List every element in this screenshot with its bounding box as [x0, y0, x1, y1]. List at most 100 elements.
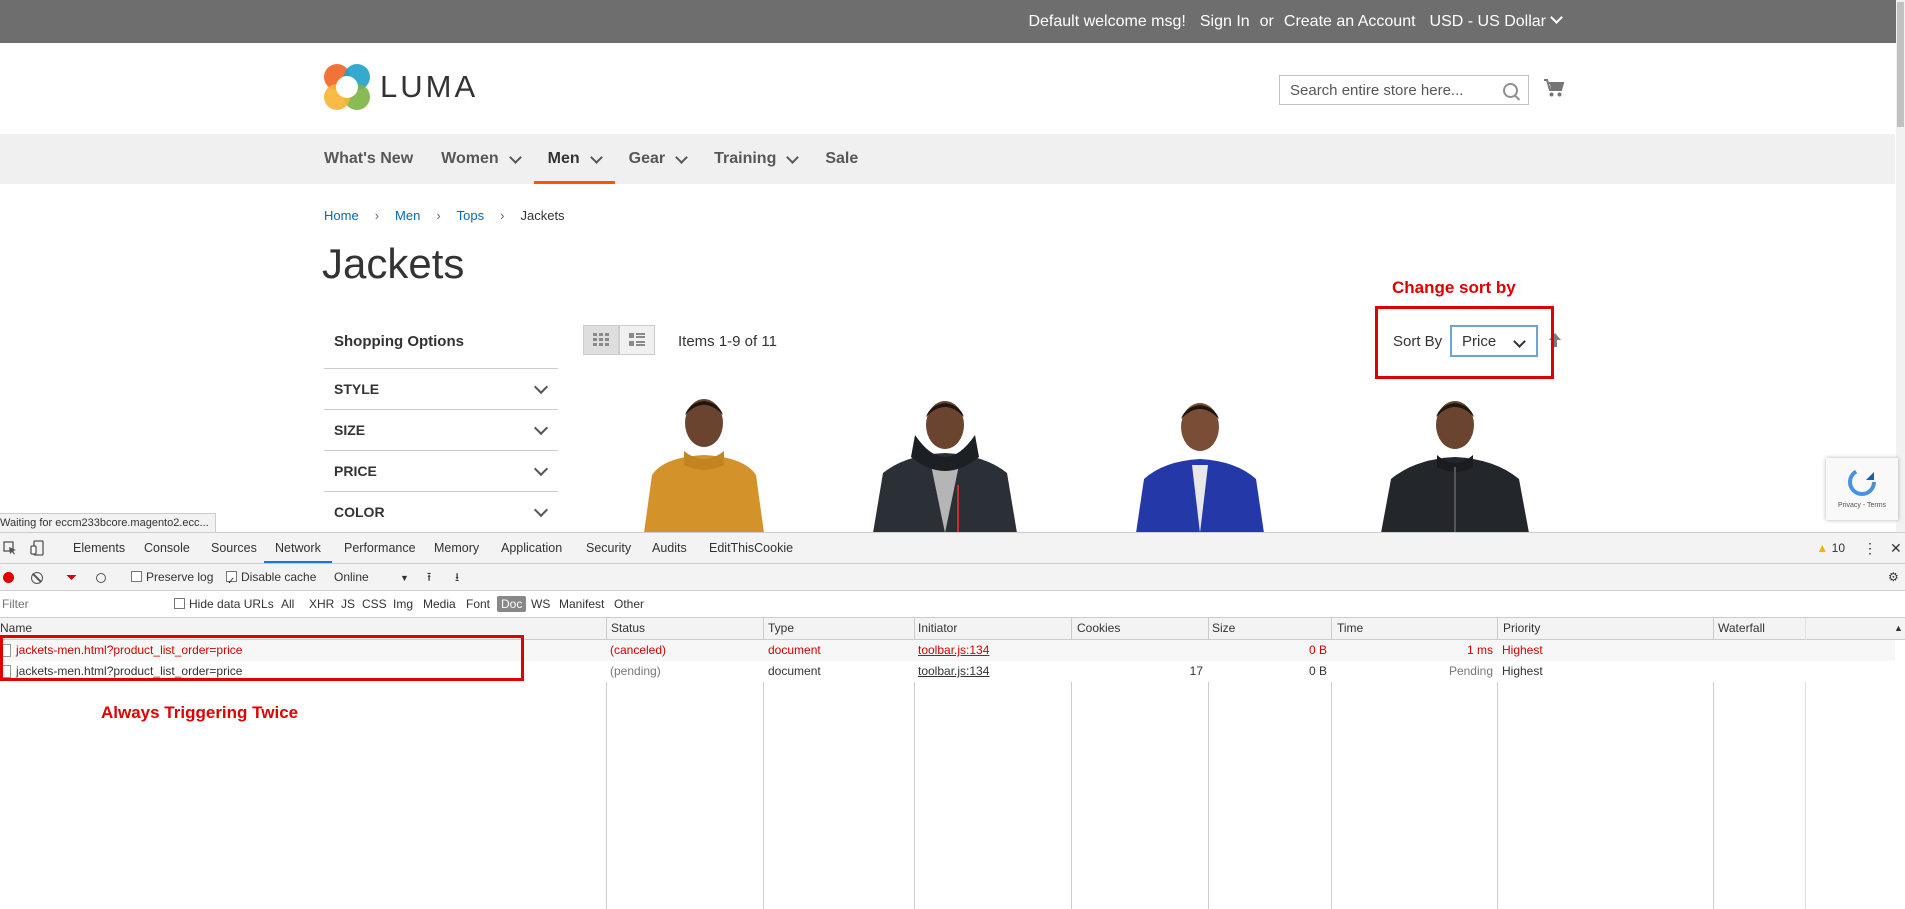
nav-item-gear[interactable]: Gear: [615, 134, 700, 184]
tab-sources[interactable]: Sources: [211, 533, 257, 563]
column-waterfall[interactable]: Waterfall: [1715, 618, 1765, 639]
shopping-options-title: Shopping Options: [334, 333, 464, 350]
tab-audits[interactable]: Audits: [652, 533, 687, 563]
grid-icon: [593, 333, 609, 346]
page-scrollbar[interactable]: [1896, 0, 1905, 532]
filter-color[interactable]: COLOR: [324, 491, 558, 532]
settings-gear-icon[interactable]: ⚙: [1888, 564, 1899, 590]
cart-icon[interactable]: [1543, 78, 1565, 98]
request-size: 0 B: [1308, 664, 1327, 678]
main-navigation: What's New Women Men Gear Training Sale: [0, 134, 1895, 184]
type-filter-xhr[interactable]: XHR: [309, 591, 334, 617]
breadcrumb-home[interactable]: Home: [324, 208, 359, 223]
product-image[interactable]: [1375, 395, 1535, 533]
column-time[interactable]: Time: [1334, 618, 1363, 639]
chevron-down-icon: [508, 150, 522, 164]
type-filter-all[interactable]: All: [281, 591, 294, 617]
more-options-icon[interactable]: ⋮: [1863, 533, 1877, 563]
search-input[interactable]: [1288, 80, 1502, 100]
sort-up-icon[interactable]: ▲: [1891, 618, 1903, 639]
breadcrumb-tops[interactable]: Tops: [457, 208, 484, 223]
tab-network[interactable]: Network: [264, 533, 332, 563]
column-size[interactable]: Size: [1209, 618, 1235, 639]
column-priority[interactable]: Priority: [1500, 618, 1540, 639]
breadcrumb-men[interactable]: Men: [395, 208, 420, 223]
request-cookies: 17: [1189, 664, 1203, 678]
tab-elements[interactable]: Elements: [73, 533, 125, 563]
welcome-message: Default welcome msg!: [1028, 12, 1186, 30]
toolbar-amount: Items 1-9 of 11: [678, 333, 777, 350]
nav-label: Training: [714, 150, 777, 167]
sign-in-link[interactable]: Sign In: [1200, 13, 1250, 31]
throttling-select[interactable]: Online ▼: [334, 564, 409, 590]
type-filter-font[interactable]: Font: [466, 591, 490, 617]
device-toolbar-icon[interactable]: [30, 533, 44, 563]
product-image[interactable]: [865, 395, 1025, 533]
nav-item-women[interactable]: Women: [427, 134, 533, 184]
grid-view-button[interactable]: [583, 325, 619, 355]
request-type: document: [768, 664, 821, 678]
product-image[interactable]: [624, 395, 784, 533]
logo-text: LUMA: [380, 69, 479, 104]
request-initiator[interactable]: toolbar.js:134: [918, 661, 989, 682]
list-icon: [629, 333, 645, 346]
disable-cache-checkbox[interactable]: Disable cache: [226, 564, 316, 595]
import-har-icon[interactable]: ⭱: [427, 564, 431, 590]
recaptcha-badge[interactable]: Privacy - Terms: [1826, 458, 1898, 520]
page-title: Jackets: [322, 240, 465, 287]
list-view-button[interactable]: [619, 325, 655, 355]
create-account-link[interactable]: Create an Account: [1284, 13, 1416, 31]
store-logo[interactable]: LUMA: [324, 64, 478, 110]
tab-performance[interactable]: Performance: [344, 533, 416, 563]
record-icon[interactable]: [3, 564, 14, 590]
devtools-panel: Elements Console Sources Network Perform…: [0, 532, 1905, 909]
request-priority: Highest: [1502, 643, 1543, 657]
nav-item-training[interactable]: Training: [700, 134, 811, 184]
tab-memory[interactable]: Memory: [434, 533, 479, 563]
type-filter-js[interactable]: JS: [341, 591, 355, 617]
type-filter-other[interactable]: Other: [614, 591, 644, 617]
type-filter-manifest[interactable]: Manifest: [559, 591, 604, 617]
search-icon[interactable]: [1503, 83, 1518, 98]
filter-style[interactable]: STYLE: [324, 368, 558, 409]
clear-icon[interactable]: [31, 564, 43, 590]
dropdown-arrow-icon: ▼: [400, 573, 409, 583]
search-icon[interactable]: [96, 564, 106, 590]
nav-item-sale[interactable]: Sale: [811, 134, 872, 184]
hide-data-urls-checkbox[interactable]: Hide data URLs: [174, 591, 274, 617]
warnings-counter[interactable]: ▲ 10: [1816, 533, 1845, 563]
column-type[interactable]: Type: [765, 618, 794, 639]
type-filter-css[interactable]: CSS: [362, 591, 387, 617]
annotation-box-sort: [1375, 306, 1554, 379]
tab-application[interactable]: Application: [501, 533, 562, 563]
filter-label: COLOR: [334, 504, 385, 520]
filter-price[interactable]: PRICE: [324, 450, 558, 491]
type-filter-doc[interactable]: Doc: [497, 591, 527, 617]
tab-console[interactable]: Console: [144, 533, 190, 563]
chevron-down-icon: [533, 420, 549, 436]
request-initiator[interactable]: toolbar.js:134: [918, 640, 989, 661]
column-initiator[interactable]: Initiator: [915, 618, 957, 639]
breadcrumb-current: Jackets: [520, 208, 565, 223]
nav-item-whats-new[interactable]: What's New: [324, 134, 427, 184]
type-filter-media[interactable]: Media: [423, 591, 456, 617]
column-cookies[interactable]: Cookies: [1074, 618, 1120, 639]
column-status[interactable]: Status: [608, 618, 645, 639]
preserve-log-label: Preserve log: [146, 570, 214, 584]
type-filter-ws[interactable]: WS: [531, 591, 550, 617]
product-image[interactable]: [1120, 395, 1280, 533]
filter-input[interactable]: [0, 596, 154, 612]
currency-switcher[interactable]: USD - US Dollar: [1430, 10, 1563, 31]
filter-label: SIZE: [334, 422, 366, 438]
close-icon[interactable]: ✕: [1890, 533, 1902, 563]
inspect-element-icon[interactable]: [3, 533, 17, 563]
tab-editthiscookie[interactable]: EditThisCookie: [709, 533, 793, 563]
preserve-log-checkbox[interactable]: Preserve log: [131, 564, 213, 590]
nav-item-men[interactable]: Men: [533, 134, 615, 184]
scrollbar-thumb[interactable]: [1897, 2, 1904, 127]
tab-security[interactable]: Security: [586, 533, 631, 563]
filter-size[interactable]: SIZE: [324, 409, 558, 450]
filter-icon[interactable]: ⏷: [66, 564, 77, 590]
export-har-icon[interactable]: ⭳: [455, 564, 459, 590]
type-filter-img[interactable]: Img: [393, 591, 413, 617]
